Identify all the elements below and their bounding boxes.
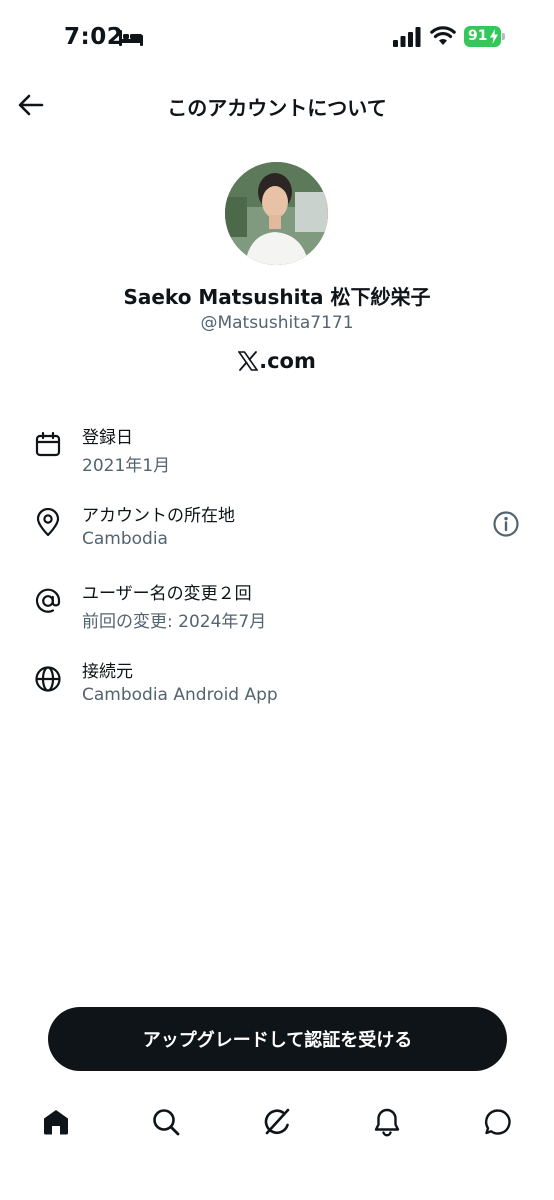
status-time: 7:02: [64, 24, 124, 50]
x-logo-icon: [238, 351, 259, 371]
globe-icon: [35, 666, 61, 692]
home-icon[interactable]: [40, 1106, 72, 1138]
header: このアカウントについて: [0, 78, 554, 132]
info-value: Cambodia: [82, 529, 168, 549]
grok-icon[interactable]: [261, 1106, 293, 1138]
info-label: 接続元: [82, 662, 133, 682]
info-item-location: アカウントの所在地 Cambodia: [0, 498, 554, 568]
info-icon[interactable]: [492, 510, 520, 538]
info-label: ユーザー名の変更２回: [82, 584, 252, 604]
location-pin-icon: [36, 508, 60, 537]
info-value: Cambodia Android App: [82, 685, 278, 705]
wifi-icon: [430, 26, 456, 45]
messages-icon[interactable]: [482, 1106, 514, 1138]
avatar-image: [225, 162, 328, 265]
charging-bolt-icon: [490, 29, 498, 44]
info-value: 2021年1月: [82, 456, 171, 476]
calendar-icon: [35, 431, 61, 457]
battery-indicator: 91: [464, 26, 506, 47]
upgrade-verify-button[interactable]: アップグレードして認証を受ける: [48, 1007, 507, 1071]
signal-icon: [393, 27, 421, 47]
display-name: Saeko Matsushita 松下紗栄子: [123, 285, 431, 309]
bottom-nav: [0, 1090, 554, 1160]
affiliation-text: .com: [259, 349, 316, 373]
info-item-connected-via: 接続元 Cambodia Android App: [0, 654, 554, 724]
affiliation-link[interactable]: .com: [0, 349, 554, 373]
bed-icon: [119, 30, 143, 46]
bell-icon[interactable]: [371, 1106, 403, 1138]
status-bar: 7:02 91: [0, 0, 554, 78]
info-value: 前回の変更: 2024年7月: [82, 612, 267, 632]
at-sign-icon: [35, 588, 61, 613]
avatar[interactable]: [225, 162, 328, 265]
battery-nub: [502, 33, 505, 40]
info-label: アカウントの所在地: [82, 506, 235, 526]
info-item-username-changes: ユーザー名の変更２回 前回の変更: 2024年7月: [0, 576, 554, 646]
info-label: 登録日: [82, 428, 133, 448]
search-icon[interactable]: [150, 1106, 182, 1138]
info-item-joined: 登録日 2021年1月: [0, 420, 554, 490]
page-title: このアカウントについて: [167, 96, 387, 120]
user-handle[interactable]: @Matsushita7171: [0, 313, 554, 333]
